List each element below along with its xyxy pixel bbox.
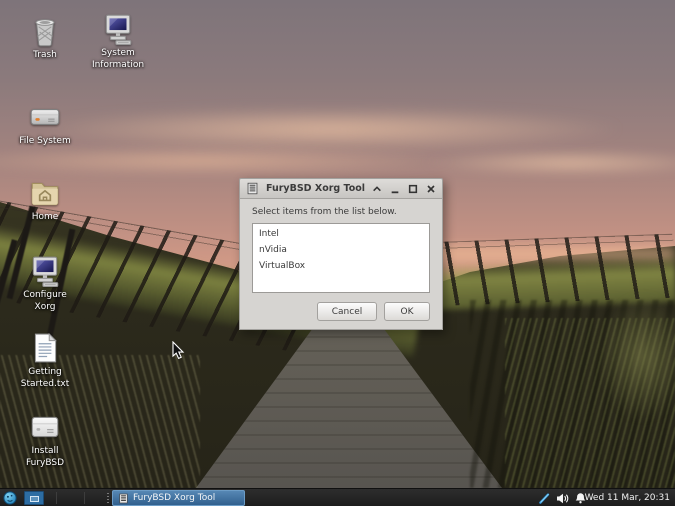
dialog-body: Select items from the list below. Intel … <box>240 199 442 321</box>
window-controls <box>372 184 436 194</box>
dialog-message: Select items from the list below. <box>252 207 397 217</box>
taskbar: FuryBSD Xorg Tool Wed 11 Mar, 20:31 <box>0 488 675 506</box>
desktop-icon-label: Trash <box>33 50 57 60</box>
desktop-icon-label: File System <box>19 136 71 146</box>
trash-icon <box>28 14 62 48</box>
harddrive-icon <box>28 100 62 134</box>
pen-icon[interactable] <box>538 492 551 505</box>
desktop-icon-label: Install FuryBSD <box>25 446 65 468</box>
volume-icon[interactable] <box>556 492 569 505</box>
desktop-icon-install-furybsd[interactable]: Install FuryBSD <box>5 410 85 469</box>
desktop-icon-home[interactable]: Home <box>5 176 85 224</box>
desktop-icon-file-system[interactable]: File System <box>5 100 85 148</box>
window-title: FuryBSD Xorg Tool <box>265 183 366 194</box>
computer-icon <box>101 12 135 46</box>
home-folder-icon <box>28 176 62 210</box>
clock[interactable]: Wed 11 Mar, 20:31 <box>585 489 670 506</box>
desktop-icon-label: System Information <box>91 48 145 70</box>
list-item-intel[interactable]: Intel <box>253 226 429 242</box>
cancel-button[interactable]: Cancel <box>317 302 377 321</box>
window-titlebar[interactable]: FuryBSD Xorg Tool <box>240 179 442 199</box>
tasklist-grip[interactable] <box>107 493 109 503</box>
computer-icon <box>28 254 62 288</box>
cloud-shape <box>420 150 675 176</box>
furybsd-xorg-tool-window: FuryBSD Xorg Tool Select items from the … <box>239 178 443 330</box>
desktop-icon-trash[interactable]: Trash <box>5 14 85 62</box>
text-file-icon <box>28 331 62 365</box>
list-item-virtualbox[interactable]: VirtualBox <box>253 258 429 274</box>
cloud-shape <box>0 146 460 176</box>
window-menu-icon[interactable] <box>246 182 259 195</box>
driver-listbox[interactable]: Intel nVidia VirtualBox <box>252 223 430 293</box>
desktop-icon-system-information[interactable]: System Information <box>78 12 158 71</box>
cloud-shape <box>40 108 620 150</box>
close-button[interactable] <box>426 184 436 194</box>
desktop-icon-getting-started[interactable]: Getting Started.txt <box>5 331 85 390</box>
desktop-icon-label: Getting Started.txt <box>20 367 70 389</box>
task-button-furybsd-xorg-tool[interactable]: FuryBSD Xorg Tool <box>112 490 245 506</box>
task-button-label: FuryBSD Xorg Tool <box>133 493 216 503</box>
dialog-button-row: Cancel OK <box>252 302 430 321</box>
screen: Trash System Information File System Hom… <box>0 0 675 506</box>
desktop-icon-label: Home <box>31 212 59 222</box>
ok-button[interactable]: OK <box>384 302 430 321</box>
applications-menu-button[interactable] <box>3 491 17 505</box>
minimize-button[interactable] <box>390 184 400 194</box>
installer-drive-icon <box>28 410 62 444</box>
desktop-icon-configure-xorg[interactable]: Configure Xorg <box>5 254 85 313</box>
workspace-pager[interactable] <box>24 491 44 505</box>
system-tray <box>538 491 587 505</box>
panel-separator <box>56 492 57 504</box>
desktop-icon-label: Configure Xorg <box>23 290 67 312</box>
panel-separator <box>84 492 85 504</box>
window-icon <box>118 493 129 504</box>
shade-button[interactable] <box>372 184 382 194</box>
maximize-button[interactable] <box>408 184 418 194</box>
list-item-nvidia[interactable]: nVidia <box>253 242 429 258</box>
workspace-icon <box>30 495 39 502</box>
